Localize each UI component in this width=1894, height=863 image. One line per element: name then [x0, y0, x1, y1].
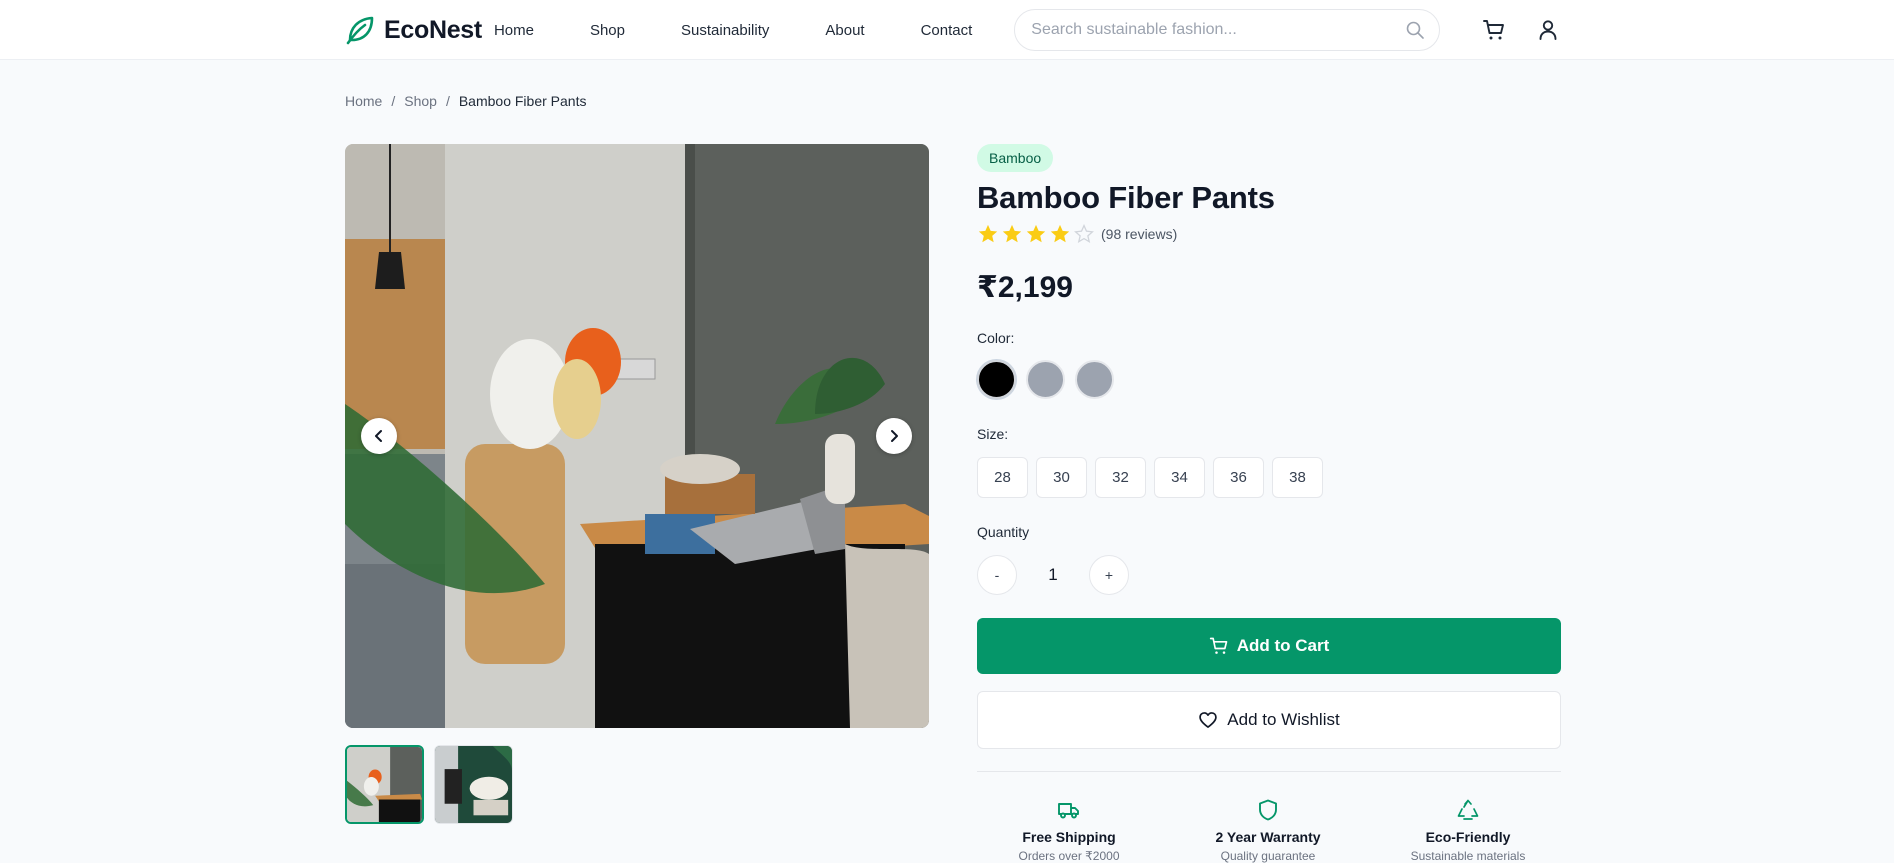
thumbnail-photo [347, 747, 422, 822]
gallery-next-button[interactable] [876, 418, 912, 454]
size-option[interactable]: 32 [1095, 457, 1146, 498]
nav-sustainability[interactable]: Sustainability [681, 22, 769, 39]
star-filled-icon [1026, 224, 1046, 243]
quantity-increase-button[interactable]: + [1089, 555, 1129, 595]
nav-contact[interactable]: Contact [921, 22, 973, 39]
nav-home[interactable]: Home [494, 22, 534, 39]
star-filled-icon [1002, 224, 1022, 243]
cart-icon [1482, 20, 1504, 40]
product-rating: (98 reviews) [977, 223, 1177, 245]
breadcrumb: Home / Shop / Bamboo Fiber Pants [345, 93, 586, 109]
size-option[interactable]: 38 [1272, 457, 1323, 498]
truck-icon [1058, 803, 1079, 819]
feature-title: 2 Year Warranty [1215, 829, 1321, 845]
header-inner: EcoNest Home Shop Sustainability About C… [344, 0, 1562, 60]
logo-text: EcoNest [384, 15, 482, 44]
size-option[interactable]: 30 [1036, 457, 1087, 498]
quantity-label: Quantity [977, 524, 1030, 540]
star-filled-icon [978, 224, 998, 243]
search-icon[interactable] [1405, 20, 1425, 40]
product-title: Bamboo Fiber Pants [977, 180, 1275, 215]
feature-title: Free Shipping [1022, 829, 1116, 845]
color-swatch-black[interactable] [977, 360, 1016, 399]
chevron-left-icon [375, 430, 382, 442]
site-header: EcoNest Home Shop Sustainability About C… [0, 0, 1894, 60]
size-label: Size: [977, 426, 1009, 442]
breadcrumb-shop[interactable]: Shop [404, 93, 437, 109]
nav-shop[interactable]: Shop [590, 22, 625, 39]
gallery-thumbnail-2[interactable] [434, 745, 513, 824]
cart-button[interactable] [1480, 16, 1508, 44]
account-button[interactable] [1534, 16, 1562, 44]
chevron-right-icon [891, 430, 898, 442]
product-main-image [345, 144, 929, 728]
quantity-decrease-button[interactable]: - [977, 555, 1017, 595]
quantity-stepper: - 1 + [977, 555, 1129, 595]
quantity-value[interactable]: 1 [1017, 565, 1089, 585]
gallery-prev-button[interactable] [361, 418, 397, 454]
add-to-cart-button[interactable]: Add to Cart [977, 618, 1561, 674]
breadcrumb-separator: / [445, 93, 450, 109]
feature-eco-friendly: Eco-Friendly Sustainable materials [1371, 798, 1565, 863]
star-filled-icon [1050, 224, 1070, 243]
size-option[interactable]: 34 [1154, 457, 1205, 498]
search-bar [1014, 9, 1440, 51]
size-options: 28 30 32 34 36 38 [977, 457, 1323, 498]
color-swatch-gray[interactable] [1075, 360, 1114, 399]
product-photo [345, 144, 929, 728]
material-badge: Bamboo [977, 144, 1054, 172]
add-to-wishlist-button[interactable]: Add to Wishlist [977, 691, 1561, 749]
product-price: ₹2,199 [977, 271, 1073, 304]
heart-icon [1199, 712, 1218, 728]
breadcrumb-separator: / [391, 93, 396, 109]
logo[interactable]: EcoNest [344, 14, 482, 46]
main-nav: Home Shop Sustainability About Contact [494, 22, 1014, 39]
thumbnail-photo [435, 746, 512, 823]
feature-warranty: 2 Year Warranty Quality guarantee [1171, 798, 1365, 863]
user-icon [1539, 20, 1557, 40]
shield-icon [1259, 799, 1277, 821]
size-option[interactable]: 28 [977, 457, 1028, 498]
add-to-wishlist-label: Add to Wishlist [1227, 710, 1340, 729]
nav-about[interactable]: About [825, 22, 864, 39]
search-input[interactable] [1031, 21, 1405, 39]
feature-free-shipping: Free Shipping Orders over ₹2000 [972, 798, 1166, 863]
add-to-cart-label: Add to Cart [1236, 636, 1330, 655]
leaf-icon [346, 16, 374, 45]
feature-title: Eco-Friendly [1425, 829, 1511, 845]
reviews-count[interactable]: (98 reviews) [1101, 226, 1177, 242]
color-options [977, 360, 1114, 399]
star-empty-icon [1074, 223, 1094, 244]
breadcrumb-current: Bamboo Fiber Pants [458, 93, 587, 109]
gallery-thumbnail-1[interactable] [345, 745, 424, 824]
recycle-icon [1457, 799, 1479, 820]
color-label: Color: [977, 330, 1015, 346]
cart-icon [1209, 637, 1228, 654]
color-swatch-gray[interactable] [1026, 360, 1065, 399]
divider [977, 771, 1561, 772]
breadcrumb-home[interactable]: Home [345, 93, 382, 109]
size-option[interactable]: 36 [1213, 457, 1264, 498]
